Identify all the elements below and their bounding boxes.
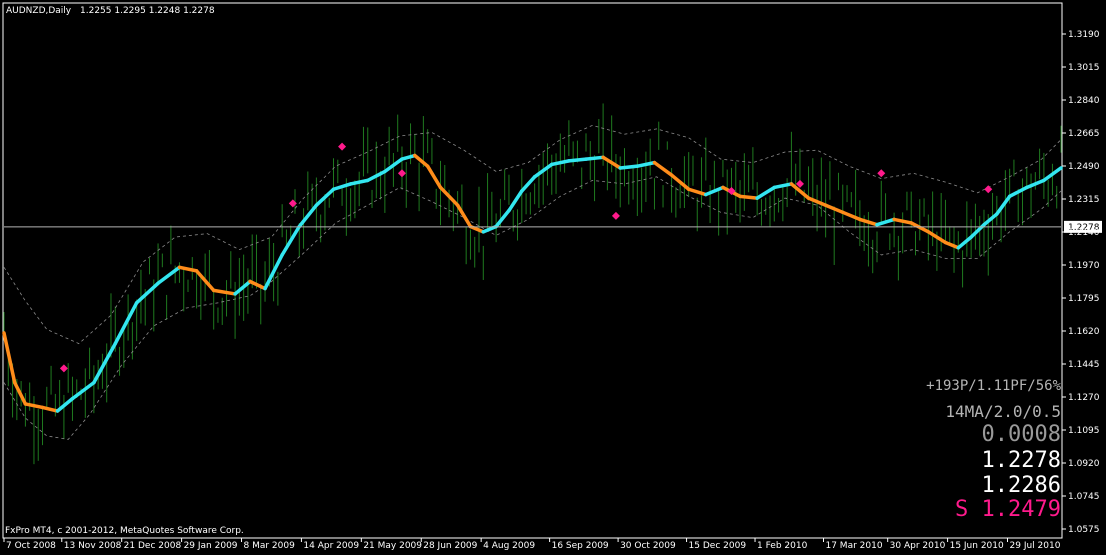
price-readout-1: 1.2278 [981,448,1061,473]
ma-segment [455,203,473,229]
ma-segment [956,235,973,250]
x-tick-label: 1 Feb 2010 [757,541,808,551]
signal-marker [397,169,406,178]
signal-marker [59,364,68,373]
indicator-value-readout: 0.0008 [981,422,1061,447]
y-axis: 1.3190 1.3015 1.2840 1.2665 1.2490 1.2315 1.21… [1062,30,1100,535]
x-tick-label: 15 Dec 2009 [689,541,747,551]
x-tick-label: 28 Jun 2009 [423,541,477,551]
ma-segment [12,380,28,406]
x-tick-label: 15 Jun 2010 [950,541,1004,551]
moving-average-layer [2,153,1063,413]
x-tick-label: 7 Oct 2008 [6,541,56,551]
ma-segment [635,160,657,168]
y-tick-label: 1.1795 [1068,294,1100,304]
y-tick-label: 1.3015 [1068,63,1100,73]
y-tick-label: 1.0575 [1068,525,1100,535]
x-tick-label: 13 Nov 2008 [64,541,122,551]
copyright-text: FxPro MT4, c 2001-2012, MetaQuotes Softw… [5,526,244,536]
ma-segment [550,159,571,167]
symbol-label: AUDNZD,Daily [6,6,72,16]
ma-segment [652,160,674,177]
ma-segment [400,153,417,161]
ma-segment [23,402,45,410]
chart-canvas[interactable]: 1.2278 1.3190 1.3015 1.2840 1.2665 1.2490 1.2… [0,0,1106,555]
x-tick-label: 21 May 2009 [363,541,422,551]
ma-segment [348,178,370,186]
signal-marker-layer [59,142,993,373]
y-tick-label: 1.0745 [1068,492,1100,502]
y-tick-label: 1.2140 [1068,228,1100,238]
ohlc-label: 1.2255 1.2295 1.2248 1.2278 [80,6,215,16]
ma-segment [70,380,96,401]
y-tick-label: 1.1445 [1068,360,1100,370]
y-tick-label: 1.3190 [1068,30,1100,40]
price-chart[interactable]: 1.2278 1.3190 1.3015 1.2840 1.2665 1.2490 1.2… [0,0,1106,555]
signal-readout: S 1.2479 [955,497,1061,522]
candle-layer [3,103,1062,465]
x-tick-label: 30 Oct 2009 [620,541,676,551]
ma-segment [982,212,999,227]
ma-segment [520,175,537,193]
current-price-layer: 1.2278 [4,220,1102,233]
ma-segment [584,155,605,161]
x-tick-label: 14 Apr 2009 [303,541,359,551]
ma-segment [177,265,199,273]
x-tick-label: 16 Sep 2009 [552,541,609,551]
chart-title: AUDNZD,Daily 1.2255 1.2295 1.2248 1.2278 [6,6,215,16]
ma-segment [156,265,182,286]
y-tick-label: 1.1270 [1068,393,1100,403]
signal-marker [984,185,993,194]
x-tick-label: 29 Jan 2009 [184,541,238,551]
signal-marker [338,142,347,151]
ma-segment [686,187,708,197]
ma-segment [755,185,777,200]
ma-segment [113,301,139,346]
chart-frame [2,2,1063,539]
params-readout: 14MA/2.0/0.5 [945,402,1061,421]
price-readout-2: 1.2286 [981,473,1061,498]
y-tick-label: 1.1095 [1068,426,1100,436]
x-tick-label: 29 Jul 2010 [1010,541,1061,551]
signal-marker [877,169,886,178]
y-tick-label: 1.2840 [1068,96,1100,106]
ma-segment [2,331,17,385]
signal-marker [288,199,297,208]
ma-segment [507,189,524,213]
ma-segment [211,288,237,296]
y-tick-label: 1.2315 [1068,195,1100,205]
ma-segment [892,217,913,225]
ma-segment [425,164,443,190]
ma-segment [738,194,759,200]
signal-marker [611,211,620,220]
x-axis: 7 Oct 2008 13 Nov 2008 21 Dec 2008 29 Jan 2… [3,538,1061,551]
ma-segment [841,210,862,222]
ma-segment [618,164,640,170]
x-tick-label: 17 Mar 2010 [825,541,882,551]
y-tick-label: 1.0920 [1068,459,1100,469]
ma-segment [413,153,430,168]
y-tick-label: 1.1620 [1068,327,1100,337]
x-tick-label: 30 Apr 2010 [890,541,946,551]
ma-segment [772,182,794,190]
ma-segment [995,194,1012,216]
ma-segment [943,240,961,250]
x-tick-label: 21 Dec 2008 [124,541,182,551]
ma-segment [494,208,511,229]
ma-segment [567,157,588,163]
y-tick-label: 1.1970 [1068,261,1100,271]
x-tick-label: 8 Mar 2009 [244,541,296,551]
y-tick-label: 1.2665 [1068,129,1100,139]
y-tick-label: 1.2490 [1068,162,1100,172]
band-layer [3,124,1062,440]
ma-segment [92,341,118,385]
stats-readout: +193P/1.11PF/56% [926,378,1061,394]
ma-segment [134,281,160,305]
x-tick-label: 4 Aug 2009 [483,541,535,551]
